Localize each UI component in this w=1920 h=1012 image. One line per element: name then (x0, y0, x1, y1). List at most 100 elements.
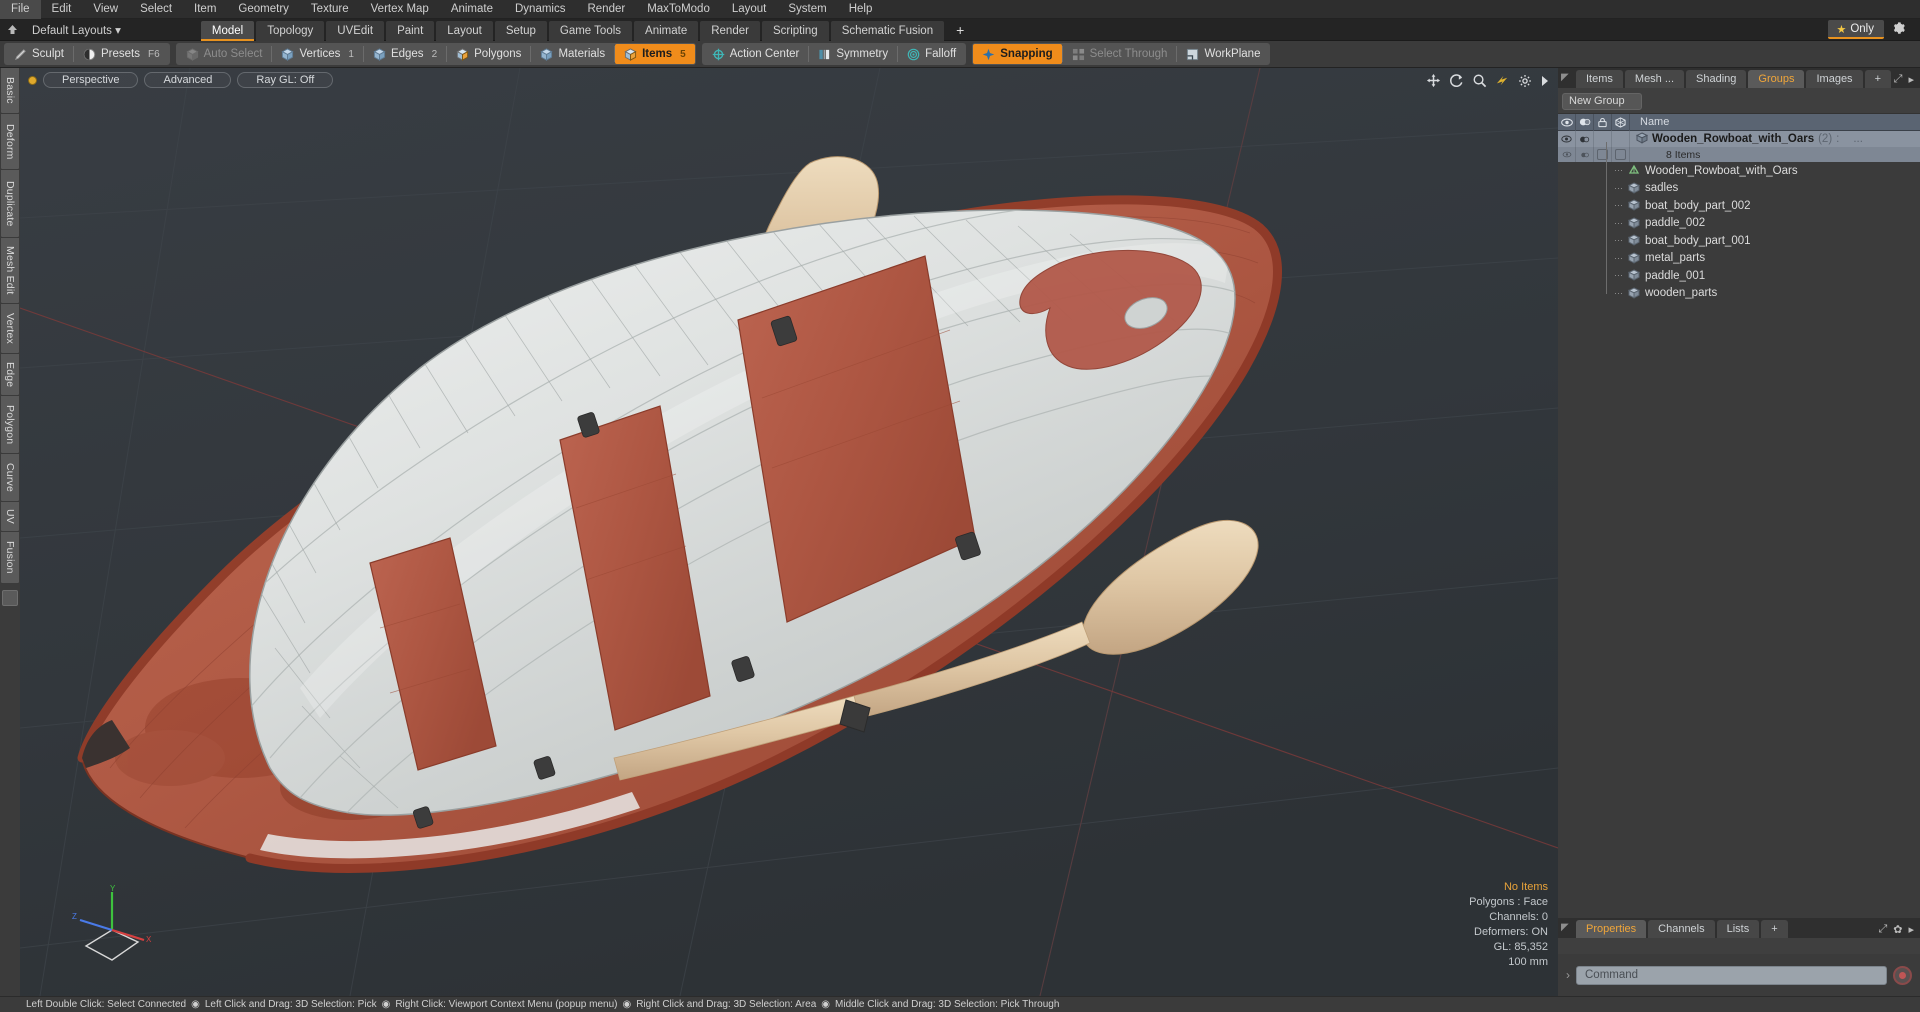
toolbar-materials-button[interactable]: Materials (531, 44, 614, 64)
tab-properties[interactable]: Properties (1576, 920, 1647, 938)
item-drag-handle[interactable]: ⋯ (1614, 200, 1628, 211)
menu-item-texture[interactable]: Texture (300, 0, 360, 19)
move-icon[interactable] (1426, 73, 1441, 93)
left-tab-duplicate[interactable]: Duplicate (1, 170, 19, 238)
viewport-indicator-dot[interactable] (28, 75, 37, 85)
group-item-row[interactable]: ⋯ Wooden_Rowboat_with_Oars (1558, 162, 1920, 180)
subrow-lock-cell[interactable] (1594, 147, 1612, 162)
panel-corner-icon[interactable]: ◤ (1561, 922, 1569, 933)
group-eye-cell[interactable] (1558, 131, 1576, 147)
group-item-row[interactable]: ⋯ boat_body_part_001 (1558, 232, 1920, 250)
menu-item-dynamics[interactable]: Dynamics (504, 0, 576, 19)
new-group-button[interactable]: New Group (1562, 93, 1642, 110)
toolbar-edges-button[interactable]: Edges 2 (364, 44, 446, 64)
gear-icon[interactable] (1884, 21, 1914, 38)
menu-item-edit[interactable]: Edit (41, 0, 83, 19)
tab-[interactable]: + (1761, 920, 1788, 938)
item-drag-handle[interactable]: ⋯ (1614, 288, 1628, 299)
left-tab-basic[interactable]: Basic (1, 68, 19, 114)
group-item-row[interactable]: ⋯ metal_parts (1558, 250, 1920, 268)
record-icon[interactable] (1893, 965, 1912, 985)
left-tab-fusion[interactable]: Fusion (1, 532, 19, 584)
gear-icon[interactable] (1518, 74, 1532, 93)
tab-shading[interactable]: Shading (1686, 70, 1747, 88)
tab-mesh[interactable]: Mesh ... (1624, 70, 1685, 88)
only-button[interactable]: ★ Only (1828, 20, 1884, 39)
add-layout-tab-button[interactable]: + (946, 21, 974, 41)
toolbar-presets-button[interactable]: Presets F6 (74, 44, 169, 64)
view-mode-button[interactable]: Perspective (43, 72, 139, 88)
expand-icon[interactable]: ⤢ (1894, 73, 1903, 86)
menu-item-animate[interactable]: Animate (440, 0, 504, 19)
fly-icon[interactable] (1495, 73, 1510, 93)
item-drag-handle[interactable]: ⋯ (1614, 183, 1628, 194)
layout-tab-layout[interactable]: Layout (436, 20, 493, 41)
toolbar-vertices-button[interactable]: Vertices 1 (272, 44, 362, 64)
toolbar-polygons-button[interactable]: Polygons (447, 44, 530, 64)
layout-tab-animate[interactable]: Animate (634, 20, 699, 41)
eye-icon[interactable] (1558, 113, 1576, 131)
group-lock-cell[interactable] (1594, 131, 1612, 147)
render-icon[interactable] (1576, 113, 1594, 131)
layout-tab-topology[interactable]: Topology (256, 20, 325, 41)
group-wire-cell[interactable] (1612, 131, 1630, 147)
menu-item-layout[interactable]: Layout (721, 0, 778, 19)
wireframe-icon[interactable] (1612, 113, 1630, 131)
chevron-right-icon[interactable]: ▸ (1908, 73, 1914, 86)
left-tab-vertex[interactable]: Vertex (1, 304, 19, 354)
menu-item-render[interactable]: Render (576, 0, 636, 19)
menu-item-vertex-map[interactable]: Vertex Map (360, 0, 440, 19)
default-layouts-dropdown[interactable]: Default Layouts ▾ (24, 23, 129, 37)
left-tab-edge[interactable]: Edge (1, 354, 19, 396)
toolbar-items-button[interactable]: Items 5 (615, 44, 695, 64)
left-tab-deform[interactable]: Deform (1, 114, 19, 170)
tab-channels[interactable]: Channels (1648, 920, 1715, 938)
menu-item-item[interactable]: Item (183, 0, 227, 19)
left-tab-uv[interactable]: UV (1, 502, 19, 532)
group-item-row[interactable]: ⋯ paddle_002 (1558, 215, 1920, 233)
subrow-wire-cell[interactable] (1612, 147, 1630, 162)
item-drag-handle[interactable]: ⋯ (1614, 165, 1628, 176)
menu-item-system[interactable]: System (777, 0, 837, 19)
group-item-row[interactable]: ⋯ paddle_001 (1558, 267, 1920, 285)
toolbar-select-through-button[interactable]: Select Through (1063, 44, 1177, 64)
group-item-row[interactable]: ⋯ boat_body_part_002 (1558, 197, 1920, 215)
item-drag-handle[interactable]: ⋯ (1614, 218, 1628, 229)
chevron-right-icon[interactable] (1540, 74, 1550, 93)
toolbar-action-center-button[interactable]: Action Center (703, 44, 809, 64)
group-item-row[interactable]: ⋯ sadles (1558, 180, 1920, 198)
group-subrow[interactable]: 8 Items (1558, 147, 1920, 162)
chevron-right-icon[interactable]: ▸ (1908, 923, 1914, 936)
tab-images[interactable]: Images (1806, 70, 1863, 88)
raygl-button[interactable]: Ray GL: Off (237, 72, 334, 88)
left-tab-mesh-edit[interactable]: Mesh Edit (1, 238, 19, 304)
menu-item-help[interactable]: Help (838, 0, 884, 19)
layout-tab-game-tools[interactable]: Game Tools (548, 20, 633, 41)
layout-tab-setup[interactable]: Setup (494, 20, 547, 41)
shading-mode-button[interactable]: Advanced (144, 72, 232, 88)
menu-item-select[interactable]: Select (129, 0, 183, 19)
toolbar-workplane-button[interactable]: WorkPlane (1177, 44, 1269, 64)
left-tab-polygon[interactable]: Polygon (1, 396, 19, 454)
left-tab-extra-button[interactable] (2, 590, 18, 606)
gear-icon[interactable]: ✿ (1893, 923, 1902, 936)
group-name-cell[interactable]: Wooden_Rowboat_with_Oars (2) : ... (1630, 131, 1863, 147)
toolbar-auto-select-button[interactable]: Auto Select (177, 44, 272, 64)
expand-icon[interactable]: ⤢ (1878, 923, 1887, 936)
layout-tab-paint[interactable]: Paint (386, 20, 435, 41)
zoom-icon[interactable] (1472, 73, 1487, 93)
layout-tab-schematic-fusion[interactable]: Schematic Fusion (830, 20, 945, 41)
layout-tab-render[interactable]: Render (700, 20, 760, 41)
tab-lists[interactable]: Lists (1716, 920, 1760, 938)
group-row[interactable]: Wooden_Rowboat_with_Oars (2) : ... (1558, 131, 1920, 147)
item-drag-handle[interactable]: ⋯ (1614, 253, 1628, 264)
panel-corner-icon[interactable]: ◤ (1561, 72, 1569, 83)
command-input[interactable]: Command (1576, 965, 1887, 985)
viewport-3d[interactable]: Perspective Advanced Ray GL: Off Y Z X N… (20, 68, 1558, 996)
item-drag-handle[interactable]: ⋯ (1614, 270, 1628, 281)
group-item-row[interactable]: ⋯ wooden_parts (1558, 285, 1920, 303)
tab-groups[interactable]: Groups (1748, 70, 1805, 88)
rotate-icon[interactable] (1449, 73, 1464, 93)
tab-items[interactable]: Items (1576, 70, 1623, 88)
toolbar-sculpt-button[interactable]: Sculpt (5, 44, 73, 64)
